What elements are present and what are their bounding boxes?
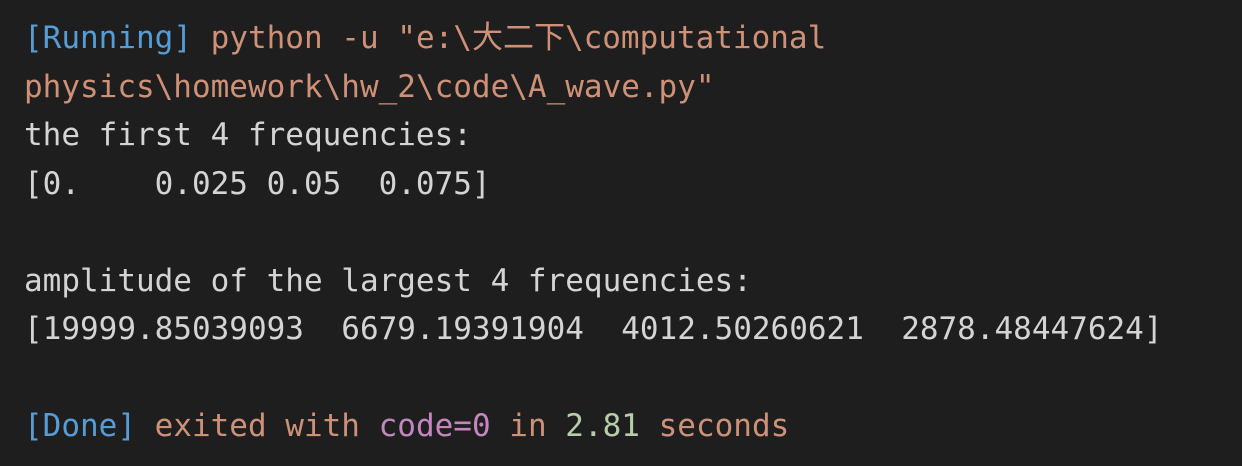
duration-value: 2.81 (565, 408, 640, 444)
run-command-part1: python -u "e:\大二下\computational (210, 20, 827, 56)
running-tag: [Running] (24, 20, 192, 56)
run-command-part2: physics\homework\hw_2\code\A_wave.py" (24, 68, 715, 105)
exit-code: code=0 (378, 408, 491, 444)
running-line-2: physics\homework\hw_2\code\A_wave.py" (24, 63, 1218, 112)
amplitude-heading: amplitude of the largest 4 frequencies: (24, 262, 752, 299)
exited-with-text: exited with (154, 408, 360, 444)
done-line: [Done] exited with code=0 in 2.81 second… (24, 402, 1218, 451)
seconds-text: seconds (658, 408, 790, 444)
frequency-values: [0. 0.025 0.05 0.075] (24, 165, 491, 202)
done-tag: [Done] (24, 408, 136, 444)
in-text: in (509, 408, 547, 444)
frequency-heading: the first 4 frequencies: (24, 117, 472, 153)
amplitude-values: [19999.85039093 6679.19391904 4012.50260… (24, 311, 1163, 347)
output-panel[interactable]: [Running] python -u "e:\大二下\computationa… (0, 0, 1242, 466)
running-line-1: [Running] python -u "e:\大二下\computationa… (24, 14, 1218, 63)
